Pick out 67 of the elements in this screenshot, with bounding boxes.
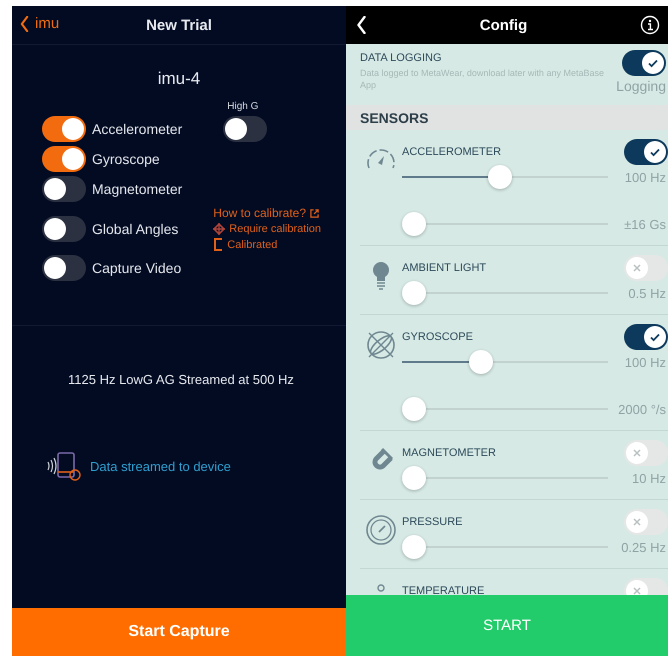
sensor-name: GYROSCOPE [402,331,473,343]
section-header: SENSORS [346,105,668,130]
sensor-name: AMBIENT LIGHT [402,262,486,274]
slider-thumb[interactable] [402,281,426,305]
slider-reading: 0.25 Hz [620,540,667,554]
calibrate-link[interactable]: How to calibrate? [213,206,306,220]
toggle-label: Global Angles [92,220,178,236]
section-title: DATA LOGGING [360,52,442,64]
back-icon[interactable] [356,16,367,34]
external-link-icon [310,208,319,218]
close-icon [632,517,642,527]
slider-reading: 100 Hz [624,354,667,370]
sensor-name: TEMPERATURE [402,585,484,595]
toggle-caption: Logging [616,78,666,94]
close-icon [632,448,642,458]
toggle-switch[interactable] [624,440,668,466]
close-icon [632,263,642,273]
start-capture-button[interactable]: Start Capture [12,608,346,656]
toggle-switch[interactable] [42,255,86,281]
slider-reading: 10 Hz [631,470,667,486]
toggle-switch[interactable] [624,139,668,165]
toggle-label: Magnetometer [92,181,182,197]
toggle-label: Gyroscope [92,151,160,167]
toggle-switch[interactable] [42,116,86,142]
toggle-switch[interactable] [42,216,86,242]
screen-title: Config [480,16,528,34]
pressure-gauge-icon [365,514,397,546]
toggle-switch[interactable] [622,50,666,76]
check-icon [647,57,659,69]
bracket-icon [213,238,224,251]
status-text: Data streamed to device [90,458,231,474]
slider-reading: 2000 °/s [617,402,667,416]
slider-thumb[interactable] [402,535,426,559]
toggle-switch[interactable] [42,146,86,172]
slider-thumb[interactable] [469,350,494,374]
toggle-label: Capture Video [92,260,182,276]
sensor-name: ACCELEROMETER [402,146,502,158]
check-icon [649,146,661,158]
slider-reading: 0.5 Hz [627,286,667,300]
toggle-switch[interactable] [624,324,668,350]
legend-label: Require calibration [229,223,321,235]
toggle-label: High G [227,101,258,112]
stream-note: 1125 Hz LowG AG Streamed at 500 Hz [68,372,295,387]
crosshair-icon [213,223,226,235]
slider-reading: 100 Hz [624,170,667,184]
slider-thumb[interactable] [402,466,426,490]
info-icon[interactable] [640,15,660,35]
screen-title: New Trial [146,16,212,34]
slider-thumb[interactable] [488,165,512,189]
gyroscope-icon [365,329,397,361]
slider-reading: ±16 Gs [623,216,667,232]
device-name: imu-4 [156,69,202,89]
close-icon [632,586,642,595]
toggle-switch[interactable] [223,116,268,142]
toggle-switch[interactable] [624,509,668,535]
legend-label: Calibrated [227,238,278,250]
toggle-label: Accelerometer [92,121,182,137]
slider-thumb[interactable] [402,212,426,236]
back-button[interactable]: imu [20,15,60,32]
sensor-name: PRESSURE [402,516,463,528]
sensor-name: MAGNETOMETER [402,447,496,459]
light-bulb-icon [371,260,391,292]
check-icon [649,331,661,343]
back-icon [20,16,29,32]
toggle-switch[interactable] [624,255,668,281]
toggle-switch[interactable] [42,176,86,202]
slider-thumb[interactable] [402,397,426,421]
